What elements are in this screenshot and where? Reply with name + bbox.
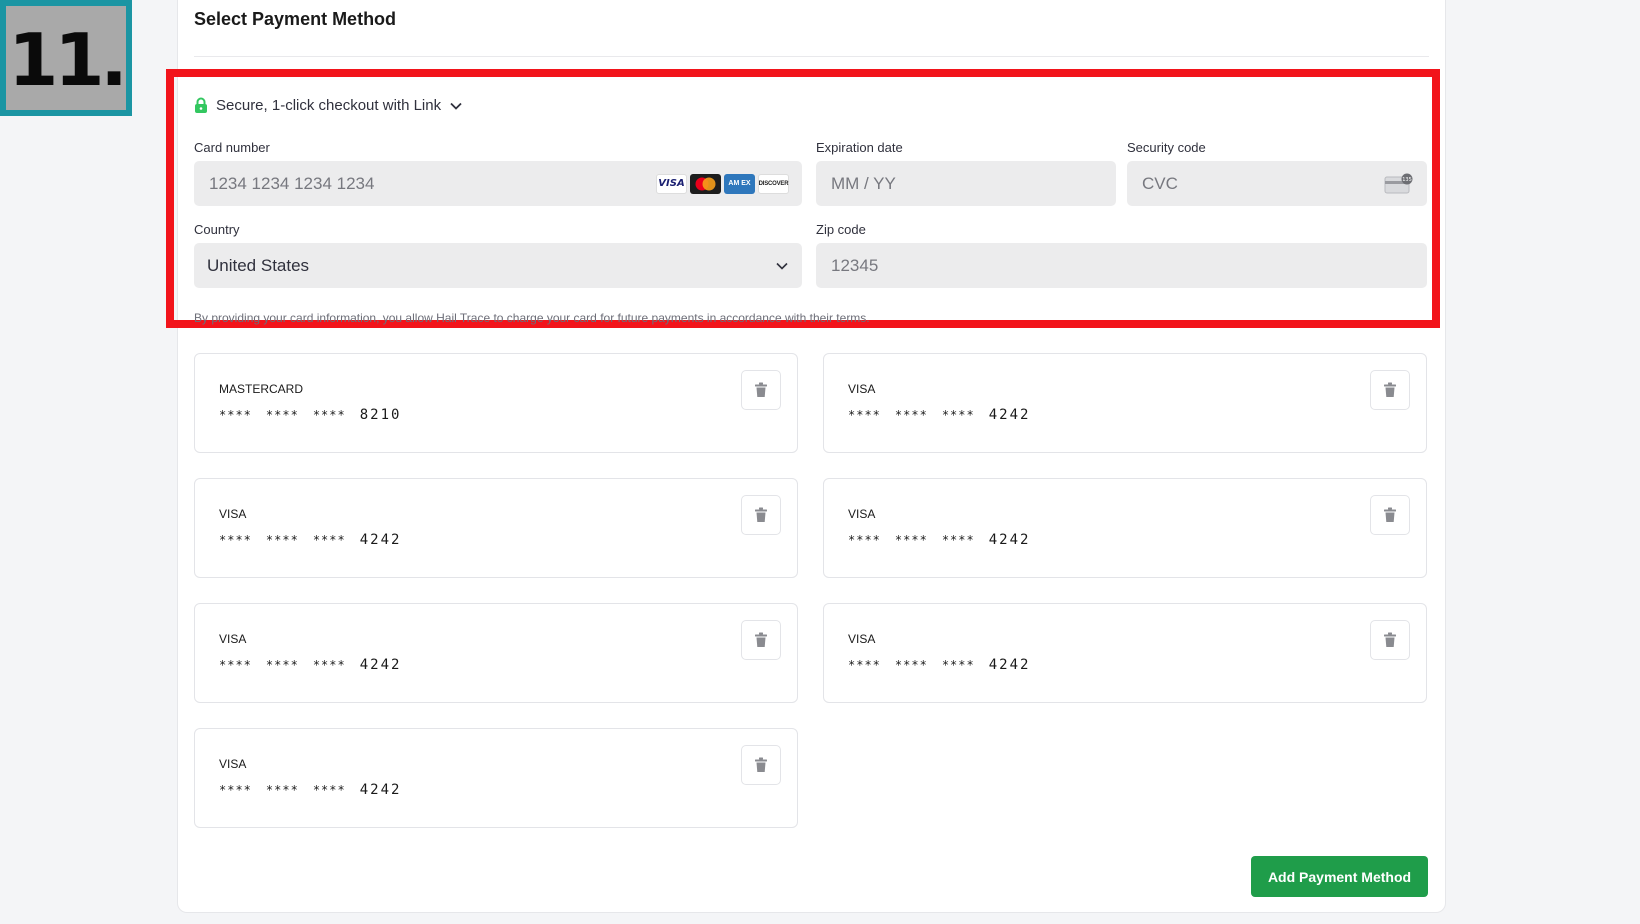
step-badge: 11. <box>0 0 132 116</box>
delete-card-button[interactable] <box>741 620 781 660</box>
link-checkout-label: Secure, 1-click checkout with Link <box>216 97 442 114</box>
payment-panel: Select Payment Method Secure, 1-click ch… <box>166 0 1446 913</box>
card-number-mask: **** <box>848 658 881 672</box>
card-number-mask: **** <box>894 408 928 422</box>
delete-card-button[interactable] <box>1370 620 1410 660</box>
saved-card[interactable]: VISA **** **** **** 4242 <box>194 728 798 828</box>
card-last4: 4242 <box>359 782 402 798</box>
add-payment-method-button[interactable]: Add Payment Method <box>1251 856 1428 897</box>
mastercard-logo-icon <box>690 173 721 194</box>
trash-icon <box>754 632 768 648</box>
card-brand: VISA <box>219 757 247 771</box>
expiration-field[interactable] <box>816 161 1116 206</box>
visa-logo-icon: VISA <box>656 173 687 194</box>
amex-logo-icon: AM EX <box>724 173 755 194</box>
saved-card[interactable]: VISA **** **** **** 4242 <box>823 478 1427 578</box>
card-number-mask: **** <box>265 408 299 422</box>
chevron-down-icon <box>776 262 788 270</box>
trash-icon <box>1383 382 1397 398</box>
card-last4: 4242 <box>359 532 402 548</box>
security-code-field[interactable]: 135 <box>1127 161 1427 206</box>
zip-code-label: Zip code <box>816 222 866 237</box>
saved-card[interactable]: VISA **** **** **** 4242 <box>823 353 1427 453</box>
card-brand-logos: VISA AM EX DISCOVER <box>656 173 789 194</box>
step-badge-inner: 11. <box>6 6 128 110</box>
trash-icon <box>754 507 768 523</box>
delete-card-button[interactable] <box>1370 495 1410 535</box>
cvc-card-icon: 135 <box>1384 173 1413 193</box>
page-title: Select Payment Method <box>194 9 397 29</box>
card-number-mask: **** <box>312 408 346 422</box>
step-number: 11. <box>8 18 128 102</box>
card-brand: VISA <box>219 507 247 521</box>
card-number-mask: **** <box>265 783 299 797</box>
card-number-mask: **** <box>265 658 299 672</box>
security-code-label: Security code <box>1127 140 1206 155</box>
card-number-mask: **** <box>894 658 928 672</box>
trash-icon <box>1383 632 1397 648</box>
delete-card-button[interactable] <box>741 745 781 785</box>
card-number-label: Card number <box>194 140 270 155</box>
discover-logo-icon: DISCOVER <box>758 173 789 194</box>
card-brand: VISA <box>219 632 247 646</box>
card-number-mask: **** <box>941 658 975 672</box>
delete-card-button[interactable] <box>741 495 781 535</box>
expiration-label: Expiration date <box>816 140 903 155</box>
card-last4: 4242 <box>988 532 1031 548</box>
card-brand: VISA <box>848 632 876 646</box>
security-code-input[interactable] <box>1140 172 1384 195</box>
card-last4: 4242 <box>988 407 1031 423</box>
card-number: **** **** **** 4242 <box>848 532 1031 548</box>
card-number-mask: **** <box>312 783 346 797</box>
card-number-mask: **** <box>312 658 346 672</box>
card-number-mask: **** <box>219 658 252 672</box>
chevron-down-icon <box>450 102 462 110</box>
trash-icon <box>754 382 768 398</box>
card-last4: 4242 <box>359 657 402 673</box>
card-brand: MASTERCARD <box>219 382 304 396</box>
card-number-mask: **** <box>941 408 975 422</box>
card-number-mask: **** <box>219 408 252 422</box>
link-checkout-toggle[interactable]: Secure, 1-click checkout with Link <box>194 97 463 114</box>
trash-icon <box>1383 507 1397 523</box>
saved-card[interactable]: VISA **** **** **** 4242 <box>194 603 798 703</box>
zip-code-field[interactable] <box>816 243 1427 288</box>
card-number: **** **** **** 8210 <box>219 407 402 423</box>
card-brand: VISA <box>848 382 876 396</box>
card-number-input[interactable] <box>207 172 656 195</box>
card-last4: 4242 <box>988 657 1031 673</box>
card-number-mask: **** <box>219 533 252 547</box>
card-number-mask: **** <box>848 408 881 422</box>
card-number: **** **** **** 4242 <box>219 532 402 548</box>
card-number: **** **** **** 4242 <box>219 782 402 798</box>
card-number-mask: **** <box>941 533 975 547</box>
card-number-mask: **** <box>312 533 346 547</box>
card-number-mask: **** <box>219 783 252 797</box>
card-number-field[interactable]: VISA AM EX DISCOVER <box>194 161 802 206</box>
expiration-input[interactable] <box>829 172 1103 195</box>
card-last4: 8210 <box>359 407 402 423</box>
title-divider <box>194 56 1429 57</box>
trash-icon <box>754 757 768 773</box>
saved-card[interactable]: MASTERCARD **** **** **** 8210 <box>194 353 798 453</box>
card-number-mask: **** <box>265 533 299 547</box>
card-number-mask: **** <box>894 533 928 547</box>
card-brand: VISA <box>848 507 876 521</box>
country-value: United States <box>207 255 310 275</box>
saved-card[interactable]: VISA **** **** **** 4242 <box>823 603 1427 703</box>
delete-card-button[interactable] <box>741 370 781 410</box>
delete-card-button[interactable] <box>1370 370 1410 410</box>
terms-text: By providing your card information, you … <box>194 311 870 325</box>
card-number: **** **** **** 4242 <box>219 657 402 673</box>
card-number: **** **** **** 4242 <box>848 407 1031 423</box>
svg-text:135: 135 <box>1402 177 1412 183</box>
country-select[interactable]: United States <box>194 243 802 288</box>
card-number: **** **** **** 4242 <box>848 657 1031 673</box>
card-number-mask: **** <box>848 533 881 547</box>
country-label: Country <box>194 222 240 237</box>
zip-code-input[interactable] <box>829 254 1414 277</box>
lock-icon <box>195 97 207 113</box>
saved-card[interactable]: VISA **** **** **** 4242 <box>194 478 798 578</box>
